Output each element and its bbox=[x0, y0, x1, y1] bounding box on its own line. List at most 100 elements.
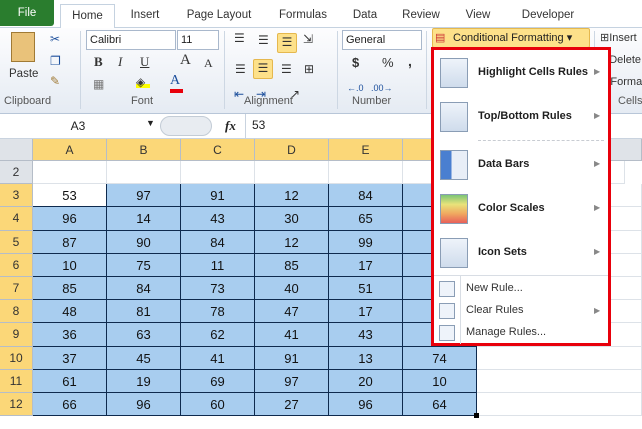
cell[interactable]: 60 bbox=[181, 393, 255, 417]
align-bottom-icon[interactable]: ☰ bbox=[277, 33, 297, 53]
cell[interactable]: 63 bbox=[107, 323, 181, 347]
grow-font-icon[interactable]: A bbox=[180, 52, 191, 68]
cell[interactable]: 85 bbox=[255, 253, 329, 277]
decrease-indent-icon[interactable]: ⇤ bbox=[234, 86, 244, 102]
cell[interactable]: 27 bbox=[255, 393, 329, 417]
italic-button[interactable]: I bbox=[118, 54, 122, 70]
menu-item-manage-rules[interactable]: Manage Rules... bbox=[434, 322, 608, 344]
cell[interactable]: 12 bbox=[255, 230, 329, 254]
cell[interactable] bbox=[107, 161, 181, 185]
borders-icon[interactable]: ▦ bbox=[93, 76, 104, 92]
cell[interactable]: 74 bbox=[403, 346, 477, 370]
cell[interactable]: 17 bbox=[329, 300, 403, 324]
conditional-formatting-button[interactable]: Conditional Formatting ▾ bbox=[432, 28, 590, 48]
paste-icon[interactable] bbox=[11, 32, 35, 62]
cell[interactable]: 84 bbox=[181, 230, 255, 254]
menu-item-icon-sets[interactable]: Icon Sets ▶ bbox=[434, 235, 608, 271]
name-box-dropdown-icon[interactable]: ▼ bbox=[146, 118, 155, 128]
number-format-select[interactable]: General bbox=[342, 30, 422, 50]
menu-item-new-rule[interactable]: New Rule... bbox=[434, 278, 608, 300]
font-name-select[interactable]: Calibri bbox=[86, 30, 176, 50]
cell[interactable] bbox=[477, 393, 642, 417]
wrap-text-icon[interactable]: ⇲ bbox=[303, 31, 313, 47]
currency-button[interactable]: $ bbox=[352, 55, 359, 71]
menu-item-top-bottom-rules[interactable]: Top/Bottom Rules ▶ bbox=[434, 99, 608, 135]
row-header[interactable]: 12 bbox=[0, 393, 33, 417]
cell[interactable]: 84 bbox=[329, 184, 403, 208]
tab-data[interactable]: Data bbox=[345, 4, 385, 28]
cell[interactable] bbox=[181, 161, 255, 185]
cell[interactable]: 11 bbox=[181, 253, 255, 277]
cell[interactable] bbox=[329, 161, 403, 185]
fill-color-icon[interactable]: ◈ bbox=[136, 74, 150, 89]
align-top-icon[interactable]: ☰ bbox=[234, 30, 245, 46]
cut-icon[interactable]: ✂ bbox=[50, 31, 60, 47]
cell[interactable]: 96 bbox=[329, 393, 403, 417]
column-header[interactable]: B bbox=[107, 139, 181, 161]
row-header[interactable]: 10 bbox=[0, 346, 33, 370]
cell[interactable]: 96 bbox=[107, 393, 181, 417]
cell[interactable]: 45 bbox=[107, 346, 181, 370]
cell[interactable]: 69 bbox=[181, 369, 255, 393]
cell[interactable] bbox=[477, 369, 642, 393]
decrease-decimal-icon[interactable]: .00→ bbox=[371, 80, 393, 96]
shrink-font-icon[interactable]: A bbox=[204, 55, 213, 71]
tab-page-layout[interactable]: Page Layout bbox=[180, 4, 258, 28]
row-header[interactable]: 11 bbox=[0, 369, 33, 393]
cell[interactable]: 41 bbox=[255, 323, 329, 347]
cell[interactable]: 19 bbox=[107, 369, 181, 393]
cell[interactable]: 48 bbox=[33, 300, 107, 324]
copy-icon[interactable]: ❐ bbox=[50, 53, 61, 69]
merge-center-icon[interactable]: ⊞ bbox=[304, 61, 314, 77]
cell[interactable]: 43 bbox=[181, 207, 255, 231]
cell[interactable]: 97 bbox=[107, 184, 181, 208]
cell[interactable]: 66 bbox=[33, 393, 107, 417]
increase-decimal-icon[interactable]: ←.0 bbox=[347, 80, 364, 96]
cell[interactable]: 64 bbox=[403, 393, 477, 417]
formula-input[interactable]: 53 bbox=[252, 118, 265, 132]
cell[interactable]: 43 bbox=[329, 323, 403, 347]
row-header[interactable]: 5 bbox=[0, 230, 33, 254]
cell[interactable]: 36 bbox=[33, 323, 107, 347]
cell[interactable]: 99 bbox=[329, 230, 403, 254]
format-painter-icon[interactable]: ✎ bbox=[50, 73, 60, 89]
cell[interactable]: 91 bbox=[181, 184, 255, 208]
row-header[interactable]: 4 bbox=[0, 207, 33, 231]
tab-developer[interactable]: Developer bbox=[515, 4, 581, 28]
cell[interactable]: 10 bbox=[33, 253, 107, 277]
fill-handle[interactable] bbox=[474, 413, 479, 419]
cell[interactable]: 41 bbox=[181, 346, 255, 370]
align-left-icon[interactable]: ☰ bbox=[235, 61, 246, 77]
cell[interactable]: 62 bbox=[181, 323, 255, 347]
cell[interactable]: 47 bbox=[255, 300, 329, 324]
percent-button[interactable]: % bbox=[382, 55, 394, 71]
align-center-icon[interactable]: ☰ bbox=[253, 59, 273, 79]
cell[interactable]: 61 bbox=[33, 369, 107, 393]
menu-item-color-scales[interactable]: Color Scales ▶ bbox=[434, 191, 608, 227]
cell[interactable]: 96 bbox=[33, 207, 107, 231]
column-header[interactable]: A bbox=[33, 139, 107, 161]
cell[interactable] bbox=[255, 161, 329, 185]
insert-button[interactable]: ⊞Insert bbox=[600, 30, 637, 46]
cell[interactable]: 40 bbox=[255, 277, 329, 301]
menu-item-data-bars[interactable]: Data Bars ▶ bbox=[434, 147, 608, 183]
menu-item-highlight-cells-rules[interactable]: Highlight Cells Rules ▶ bbox=[434, 55, 608, 91]
row-header[interactable]: 9 bbox=[0, 323, 33, 347]
cell[interactable]: 17 bbox=[329, 253, 403, 277]
cell[interactable]: 91 bbox=[255, 346, 329, 370]
cell[interactable]: 10 bbox=[403, 369, 477, 393]
cell[interactable]: 65 bbox=[329, 207, 403, 231]
cell[interactable]: 78 bbox=[181, 300, 255, 324]
select-all-button[interactable] bbox=[0, 139, 33, 161]
align-middle-icon[interactable]: ☰ bbox=[258, 32, 269, 48]
cell[interactable]: 81 bbox=[107, 300, 181, 324]
cell[interactable]: 90 bbox=[107, 230, 181, 254]
menu-item-clear-rules[interactable]: Clear Rules ▶ bbox=[434, 300, 608, 322]
column-header[interactable]: D bbox=[255, 139, 329, 161]
paste-button[interactable]: Paste bbox=[9, 66, 38, 82]
cell[interactable] bbox=[477, 346, 642, 370]
tab-review[interactable]: Review bbox=[398, 4, 444, 28]
cell[interactable]: 20 bbox=[329, 369, 403, 393]
cell[interactable]: 30 bbox=[255, 207, 329, 231]
cell[interactable]: 51 bbox=[329, 277, 403, 301]
